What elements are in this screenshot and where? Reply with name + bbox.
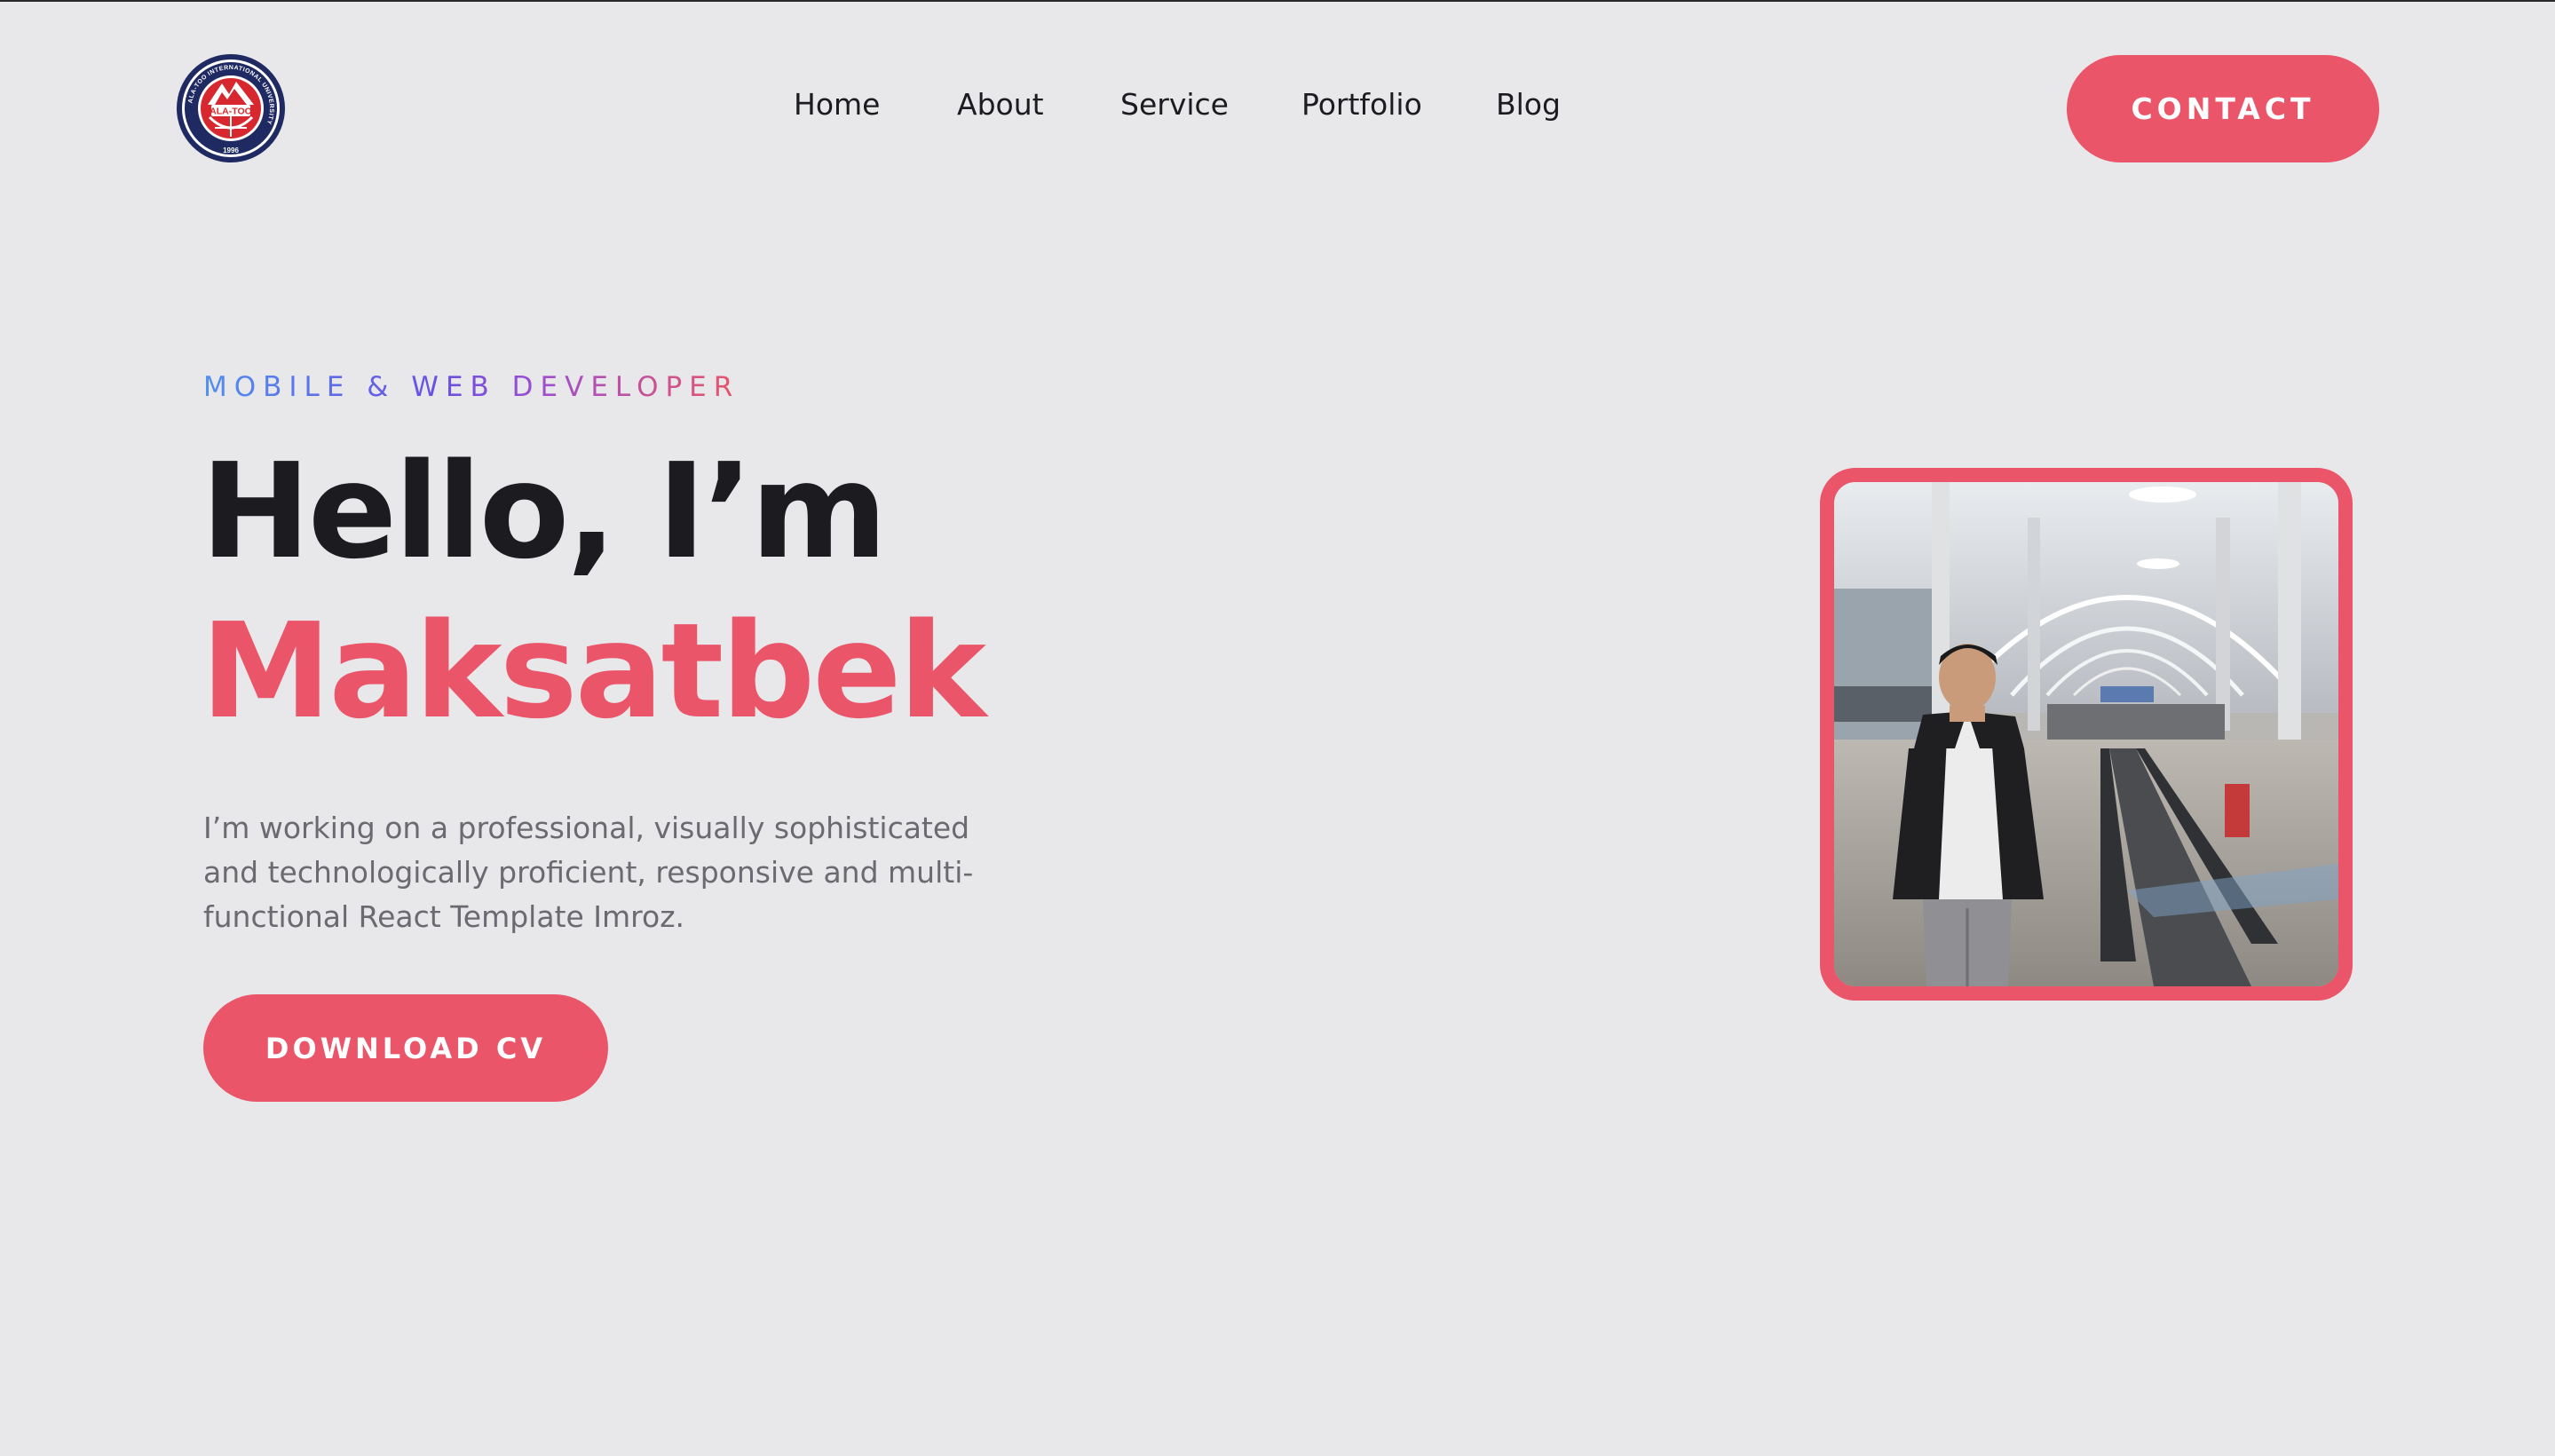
profile-photo-frame [1820,468,2353,1001]
nav-item-blog[interactable]: Blog [1496,87,1561,122]
contact-button-label: CONTACT [2131,91,2315,126]
nav-item-home[interactable]: Home [794,87,880,122]
page: ALA-TOO ALA-TOO INTERNATIONAL UNIVERSITY… [0,0,2555,1456]
logo-year: 1996 [223,146,239,154]
nav-item-portfolio[interactable]: Portfolio [1301,87,1422,122]
nav-item-service[interactable]: Service [1120,87,1229,122]
hero-tagline: MOBILE & WEB DEVELOPER [203,371,740,403]
hero-greeting: Hello, I’m [201,435,888,588]
hero-description: I’m working on a professional, visually … [203,811,974,934]
profile-photo [1834,482,2338,986]
nav-item-about[interactable]: About [957,87,1044,122]
contact-button[interactable]: CONTACT [2067,55,2379,162]
hero-name: Maksatbek [201,595,986,748]
download-cv-label: DOWNLOAD CV [265,1031,547,1065]
download-cv-button[interactable]: DOWNLOAD CV [203,994,608,1102]
